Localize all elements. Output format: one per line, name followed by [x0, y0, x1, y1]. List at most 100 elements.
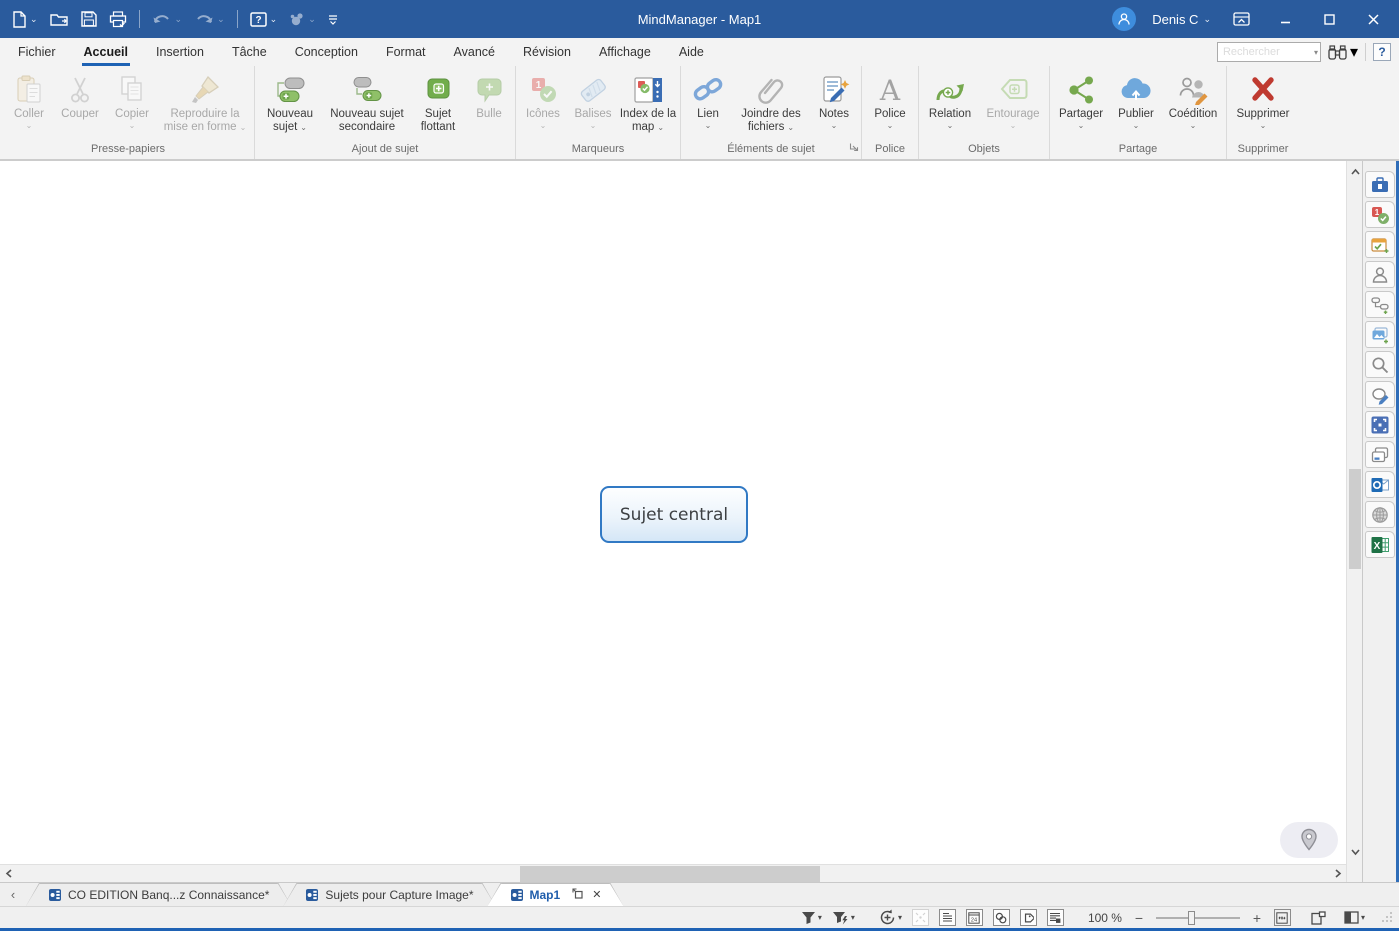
- close-document-button[interactable]: ✕: [592, 888, 601, 901]
- sidebar-item-task-calendar[interactable]: [1365, 231, 1395, 258]
- undo-button[interactable]: ⌄: [152, 12, 183, 26]
- index-panel-button[interactable]: [1047, 909, 1064, 926]
- police-button[interactable]: A Police ⌄: [865, 68, 915, 140]
- document-tab-2[interactable]: Sujets pour Capture Image*: [283, 883, 495, 906]
- sidebar-item-sketch[interactable]: [1365, 381, 1395, 408]
- tab-accueil[interactable]: Accueil: [70, 38, 142, 66]
- power-filter-button[interactable]: ▾: [832, 911, 855, 925]
- zoom-slider-thumb[interactable]: [1188, 911, 1195, 925]
- tab-insertion[interactable]: Insertion: [142, 38, 218, 66]
- map-canvas[interactable]: Sujet central: [0, 161, 1346, 882]
- sidebar-item-capture[interactable]: [1365, 411, 1395, 438]
- dropdown-caret: ⌄: [175, 15, 183, 24]
- panel-toggle-button[interactable]: ▾: [1344, 911, 1365, 924]
- relation-button[interactable]: Relation ⌄: [922, 68, 978, 140]
- scroll-left-arrow[interactable]: [0, 865, 16, 882]
- partager-button[interactable]: Partager ⌄: [1053, 68, 1109, 140]
- sidebar-item-marker-index[interactable]: 1: [1365, 201, 1395, 228]
- float-window-button[interactable]: [572, 888, 583, 902]
- print-button[interactable]: [109, 11, 127, 28]
- publier-button[interactable]: Publier ⌄: [1111, 68, 1161, 140]
- sidebar-item-image-library[interactable]: [1365, 321, 1395, 348]
- maximize-button[interactable]: [1315, 5, 1343, 33]
- couper-button[interactable]: Couper: [55, 68, 105, 140]
- notes-panel-button[interactable]: [939, 909, 956, 926]
- tab-scroll-left-arrow[interactable]: ‹: [0, 883, 26, 906]
- sidebar-item-search[interactable]: [1365, 351, 1395, 378]
- nouveau-sujet-secondaire-button[interactable]: Nouveau sujet secondaire: [324, 68, 410, 140]
- fit-map-button[interactable]: [1274, 909, 1291, 926]
- scroll-down-arrow[interactable]: [1347, 844, 1363, 860]
- reproduire-mise-en-forme-button[interactable]: Reproduire la mise en forme⌄: [159, 68, 251, 140]
- balises-button[interactable]: Balises ⌄: [569, 68, 617, 140]
- coller-button[interactable]: Coller ⌄: [5, 68, 53, 140]
- redo-button[interactable]: ⌄: [194, 12, 225, 26]
- tab-tache[interactable]: Tâche: [218, 38, 281, 66]
- resize-grip[interactable]: [1381, 911, 1393, 925]
- scroll-right-arrow[interactable]: [1330, 865, 1346, 882]
- sidebar-item-map-parts[interactable]: [1365, 291, 1395, 318]
- index-de-la-map-button[interactable]: Index de la map⌄: [619, 68, 677, 140]
- open-button[interactable]: [50, 12, 69, 27]
- filter-button[interactable]: ▾: [801, 911, 822, 925]
- zoom-in-button[interactable]: +: [1250, 910, 1264, 926]
- select-mode-button[interactable]: [912, 909, 929, 926]
- copier-button[interactable]: Copier ⌄: [107, 68, 157, 140]
- window-layout-button[interactable]: [1311, 911, 1326, 925]
- zoom-out-button[interactable]: −: [1132, 910, 1146, 926]
- tab-fichier[interactable]: Fichier: [4, 38, 70, 66]
- save-button[interactable]: [81, 11, 97, 27]
- touch-mode-button[interactable]: ⌄: [289, 12, 316, 27]
- quick-add-button[interactable]: ▾: [879, 909, 902, 926]
- find-button[interactable]: ▾: [1328, 42, 1358, 62]
- entourage-button[interactable]: Entourage ⌄: [980, 68, 1046, 140]
- tab-affichage[interactable]: Affichage: [585, 38, 665, 66]
- avatar[interactable]: [1112, 7, 1136, 31]
- vertical-scrollbar[interactable]: [1346, 161, 1362, 882]
- sidebar-item-browser[interactable]: [1365, 441, 1395, 468]
- locate-pill[interactable]: [1280, 822, 1338, 858]
- ribbon-display-options-icon: [1233, 12, 1250, 26]
- supprimer-button[interactable]: Supprimer ⌄: [1230, 68, 1296, 140]
- tab-conception[interactable]: Conception: [281, 38, 372, 66]
- coedition-button[interactable]: Coédition ⌄: [1163, 68, 1223, 140]
- document-tab-1[interactable]: CO EDITION Banq...z Connaissance*: [26, 883, 291, 906]
- search-dropdown-caret[interactable]: ▾: [1314, 48, 1318, 57]
- user-menu[interactable]: Denis C ⌄: [1152, 12, 1211, 27]
- ribbon-display-options-button[interactable]: [1227, 5, 1255, 33]
- horizontal-scrollbar[interactable]: [0, 864, 1346, 882]
- customize-quick-access-button[interactable]: [328, 14, 338, 25]
- sujet-flottant-button[interactable]: Sujet flottant: [412, 68, 464, 140]
- search-input[interactable]: [1217, 42, 1321, 62]
- tab-revision[interactable]: Révision: [509, 38, 585, 66]
- sidebar-item-briefcase[interactable]: [1365, 171, 1395, 198]
- close-button[interactable]: [1359, 5, 1387, 33]
- joindre-des-fichiers-button[interactable]: Joindre des fichiers⌄: [734, 68, 808, 140]
- help-question-button[interactable]: ?: [1373, 43, 1391, 61]
- central-topic-node[interactable]: Sujet central: [600, 486, 748, 543]
- sidebar-item-excel[interactable]: X: [1365, 531, 1395, 558]
- tags-button[interactable]: [1020, 909, 1037, 926]
- help-button[interactable]: ? ⌄: [250, 12, 278, 27]
- sidebar-item-outlook[interactable]: [1365, 471, 1395, 498]
- horizontal-scroll-thumb[interactable]: [520, 866, 820, 882]
- bulle-button[interactable]: Bulle: [466, 68, 512, 140]
- scroll-up-arrow[interactable]: [1347, 163, 1363, 179]
- tab-format[interactable]: Format: [372, 38, 440, 66]
- new-document-button[interactable]: ⌄: [12, 11, 38, 28]
- dialog-launcher[interactable]: [849, 139, 859, 157]
- vertical-scroll-thumb[interactable]: [1349, 469, 1361, 569]
- task-info-button[interactable]: 24: [966, 909, 983, 926]
- sidebar-item-resources[interactable]: [1365, 261, 1395, 288]
- nouveau-sujet-button[interactable]: Nouveau sujet⌄: [258, 68, 322, 140]
- tab-avance[interactable]: Avancé: [440, 38, 509, 66]
- lien-button[interactable]: Lien ⌄: [684, 68, 732, 140]
- icones-button[interactable]: 1 Icônes ⌄: [519, 68, 567, 140]
- notes-button[interactable]: Notes ⌄: [810, 68, 858, 140]
- sidebar-item-web-globe[interactable]: [1365, 501, 1395, 528]
- minimize-button[interactable]: [1271, 5, 1299, 33]
- zoom-slider[interactable]: [1156, 910, 1240, 926]
- document-tab-map1[interactable]: Map1 ✕: [488, 883, 624, 906]
- icon-markers-button[interactable]: [993, 909, 1010, 926]
- tab-aide[interactable]: Aide: [665, 38, 718, 66]
